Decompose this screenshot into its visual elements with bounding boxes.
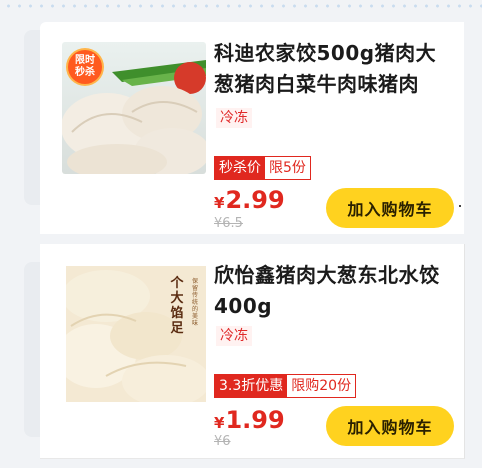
promo-label: 秒杀价: [215, 157, 265, 179]
price-value: 2.99: [225, 186, 285, 214]
product-image[interactable]: 个大馅足 保留传统的美味: [66, 266, 206, 402]
product-image[interactable]: 限时 秒杀: [62, 42, 206, 174]
add-to-cart-button[interactable]: 加入购物车: [326, 188, 454, 228]
promo-limit: 限购20份: [287, 375, 356, 397]
original-price: ¥6: [214, 434, 231, 449]
frozen-tag: 冷冻: [216, 108, 252, 128]
price-value: 1.99: [225, 406, 285, 434]
sale-price: ¥1.99: [214, 406, 285, 434]
product-card[interactable]: 限时 秒杀 科迪农家饺500g猪肉大葱猪肉白菜牛肉味猪肉荠… 冷冻 秒杀价 限5…: [40, 22, 464, 234]
promo-tag: 3.3折优惠 限购20份: [214, 374, 357, 398]
dotted-divider: [0, 0, 482, 12]
add-to-cart-button[interactable]: 加入购物车: [326, 406, 454, 446]
currency-symbol: ¥: [214, 414, 225, 432]
promo-label: 3.3折优惠: [215, 375, 288, 397]
stray-dot: [459, 205, 461, 207]
promo-tag: 秒杀价 限5份: [214, 156, 311, 180]
flash-sale-badge: 限时 秒杀: [68, 50, 102, 84]
frozen-tag: 冷冻: [216, 326, 252, 346]
original-price: ¥6.5: [214, 216, 243, 231]
sale-price: ¥2.99: [214, 186, 285, 214]
product-subslogan: 保留传统的美味: [192, 278, 199, 327]
product-title[interactable]: 欣怡鑫猪肉大葱东北水饺400g: [214, 260, 454, 322]
product-title[interactable]: 科迪农家饺500g猪肉大葱猪肉白菜牛肉味猪肉荠…: [214, 38, 454, 100]
product-card[interactable]: 个大馅足 保留传统的美味 欣怡鑫猪肉大葱东北水饺400g 冷冻 3.3折优惠 限…: [40, 244, 465, 459]
promo-limit: 限5份: [265, 157, 310, 179]
currency-symbol: ¥: [214, 194, 225, 212]
product-slogan: 个大馅足: [170, 276, 184, 336]
